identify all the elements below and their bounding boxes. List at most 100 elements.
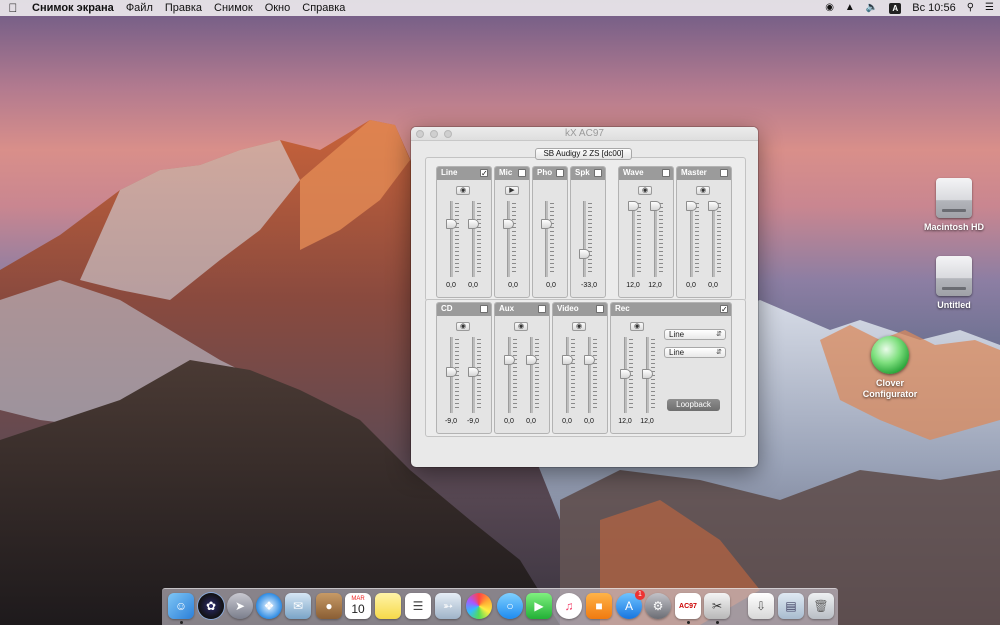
launchpad-icon[interactable]: ➤ xyxy=(227,593,253,619)
wave-mute-toggle[interactable]: ◉ xyxy=(638,186,652,195)
pho-enable-checkbox[interactable] xyxy=(556,169,564,177)
rec-left-slider-thumb[interactable] xyxy=(620,369,631,379)
wifi-icon[interactable]: ▲ xyxy=(845,0,855,16)
channel-label: Rec xyxy=(615,304,630,313)
menu-window[interactable]: Окно xyxy=(259,2,297,14)
cd-left-value: -9,0 xyxy=(444,418,458,425)
screenshot-app-icon[interactable]: ✂ xyxy=(704,593,730,619)
menu-app-name[interactable]: Снимок экрана xyxy=(26,2,120,14)
wave-left-slider-thumb[interactable] xyxy=(628,201,639,211)
cd-mute-toggle[interactable]: ◉ xyxy=(456,322,470,331)
mic-boost-play-icon[interactable]: ▶ xyxy=(505,186,519,195)
maps-icon[interactable]: ➳ xyxy=(435,593,461,619)
channel-label: Aux xyxy=(499,304,515,313)
master-mute-toggle[interactable]: ◉ xyxy=(696,186,710,195)
video-enable-checkbox[interactable] xyxy=(596,305,604,313)
photos-icon[interactable] xyxy=(466,593,492,619)
wave-right-value: 12,0 xyxy=(648,282,662,289)
facetime-icon[interactable]: ▶ xyxy=(526,593,552,619)
spk-slider-thumb[interactable] xyxy=(579,249,590,259)
rec-mute-toggle[interactable]: ◉ xyxy=(630,322,644,331)
aux-enable-checkbox[interactable] xyxy=(538,305,546,313)
channel-line: Line ✓ ◉ 0,0 0,0 xyxy=(436,166,492,298)
wave-enable-checkbox[interactable] xyxy=(662,169,670,177)
trash-icon[interactable]: 🗑 xyxy=(808,593,834,619)
desktop-icon-untitled[interactable]: Untitled xyxy=(914,256,994,310)
desktop-icon-macintosh-hd[interactable]: Macintosh HD xyxy=(914,178,994,232)
hard-disk-icon xyxy=(936,256,972,296)
notification-center-icon[interactable]: ☰ xyxy=(985,0,994,16)
channel-cd: CD ◉ -9,0 -9,0 xyxy=(436,302,492,434)
device-selector-button[interactable]: SB Audigy 2 ZS [dc00] xyxy=(535,148,632,160)
menu-clock[interactable]: Вс 10:56 xyxy=(912,2,955,14)
downloads-stack-icon[interactable]: ⇩ xyxy=(748,593,774,619)
calendar-icon[interactable]: MAR 10 xyxy=(345,593,371,619)
notes-icon[interactable] xyxy=(375,593,401,619)
channel-aux: Aux ◉ 0,0 0,0 xyxy=(494,302,550,434)
kx-ac97-app-icon[interactable]: AC97 xyxy=(675,593,701,619)
hard-disk-icon xyxy=(936,178,972,218)
window-titlebar[interactable]: kX AC97 xyxy=(411,127,758,141)
menu-help[interactable]: Справка xyxy=(296,2,351,14)
cd-left-slider-thumb[interactable] xyxy=(446,367,457,377)
master-left-value: 0,0 xyxy=(686,282,696,289)
channel-video: Video ◉ 0,0 0,0 xyxy=(552,302,608,434)
menu-edit[interactable]: Правка xyxy=(159,2,208,14)
finder-icon[interactable]: ☺ xyxy=(168,593,194,619)
rec-right-slider-thumb[interactable] xyxy=(642,369,653,379)
contacts-icon[interactable]: ● xyxy=(316,593,342,619)
running-indicator xyxy=(687,621,690,624)
aux-mute-toggle[interactable]: ◉ xyxy=(514,322,528,331)
master-right-slider-thumb[interactable] xyxy=(708,201,719,211)
line-left-slider-thumb[interactable] xyxy=(446,219,457,229)
wave-right-slider-thumb[interactable] xyxy=(650,201,661,211)
ibooks-icon[interactable]: ■ xyxy=(586,593,612,619)
pho-slider-thumb[interactable] xyxy=(541,219,552,229)
mic-slider-thumb[interactable] xyxy=(503,219,514,229)
rec-enable-checkbox[interactable]: ✓ xyxy=(720,305,728,314)
desktop-icon-label: Macintosh HD xyxy=(923,222,984,232)
rec-source-left-select[interactable]: Line ⇵ xyxy=(664,329,726,340)
spotlight-search-icon[interactable]: ⚲ xyxy=(967,0,974,16)
rec-source-right-select[interactable]: Line ⇵ xyxy=(664,347,726,358)
master-left-slider-thumb[interactable] xyxy=(686,201,697,211)
mic-enable-checkbox[interactable] xyxy=(518,169,526,177)
volume-icon[interactable]: 🔈 xyxy=(866,0,878,16)
siri-icon[interactable]: ✿ xyxy=(198,593,224,619)
line-right-slider-thumb[interactable] xyxy=(468,219,479,229)
mail-icon[interactable]: ✉ xyxy=(285,593,311,619)
aux-right-slider-thumb[interactable] xyxy=(526,355,537,365)
cd-enable-checkbox[interactable] xyxy=(480,305,488,313)
master-enable-checkbox[interactable] xyxy=(720,169,728,177)
nvidia-icon[interactable]: ◉ xyxy=(825,0,834,16)
loopback-button[interactable]: Loopback xyxy=(667,399,720,411)
wave-left-value: 12,0 xyxy=(626,282,640,289)
rec-left-value: 12,0 xyxy=(618,418,632,425)
system-preferences-icon[interactable]: ⚙ xyxy=(645,593,671,619)
mic-value: 0,0 xyxy=(508,282,518,289)
video-mute-toggle[interactable]: ◉ xyxy=(572,322,586,331)
aux-left-slider-thumb[interactable] xyxy=(504,355,515,365)
apple-menu-icon[interactable]:  xyxy=(0,1,26,15)
line-enable-checkbox[interactable]: ✓ xyxy=(480,169,488,178)
itunes-icon[interactable]: ♫ xyxy=(556,593,582,619)
app-store-icon[interactable]: A 1 xyxy=(616,590,645,619)
menu-file[interactable]: Файл xyxy=(120,2,159,14)
safari-icon[interactable]: ❖ xyxy=(256,593,282,619)
messages-icon[interactable]: ○ xyxy=(497,593,523,619)
video-left-slider-thumb[interactable] xyxy=(562,355,573,365)
keyboard-layout-icon[interactable]: A xyxy=(889,2,902,14)
channel-label: Master xyxy=(681,168,707,177)
video-right-slider-thumb[interactable] xyxy=(584,355,595,365)
menu-bar:  Снимок экрана Файл Правка Снимок Окно … xyxy=(0,0,1000,16)
aux-left-value: 0,0 xyxy=(504,418,514,425)
cd-right-slider-thumb[interactable] xyxy=(468,367,479,377)
spk-enable-checkbox[interactable] xyxy=(594,169,602,177)
reminders-icon[interactable]: ☰ xyxy=(405,593,431,619)
desktop-icon-clover-configurator[interactable]: Clover Configurator xyxy=(850,336,930,400)
window-title: kX AC97 xyxy=(565,128,604,139)
channel-mic: Mic ▶ 0,0 xyxy=(494,166,530,298)
menu-capture[interactable]: Снимок xyxy=(208,2,259,14)
line-mute-toggle[interactable]: ◉ xyxy=(456,186,470,195)
documents-stack-icon[interactable]: ▤ xyxy=(778,593,804,619)
